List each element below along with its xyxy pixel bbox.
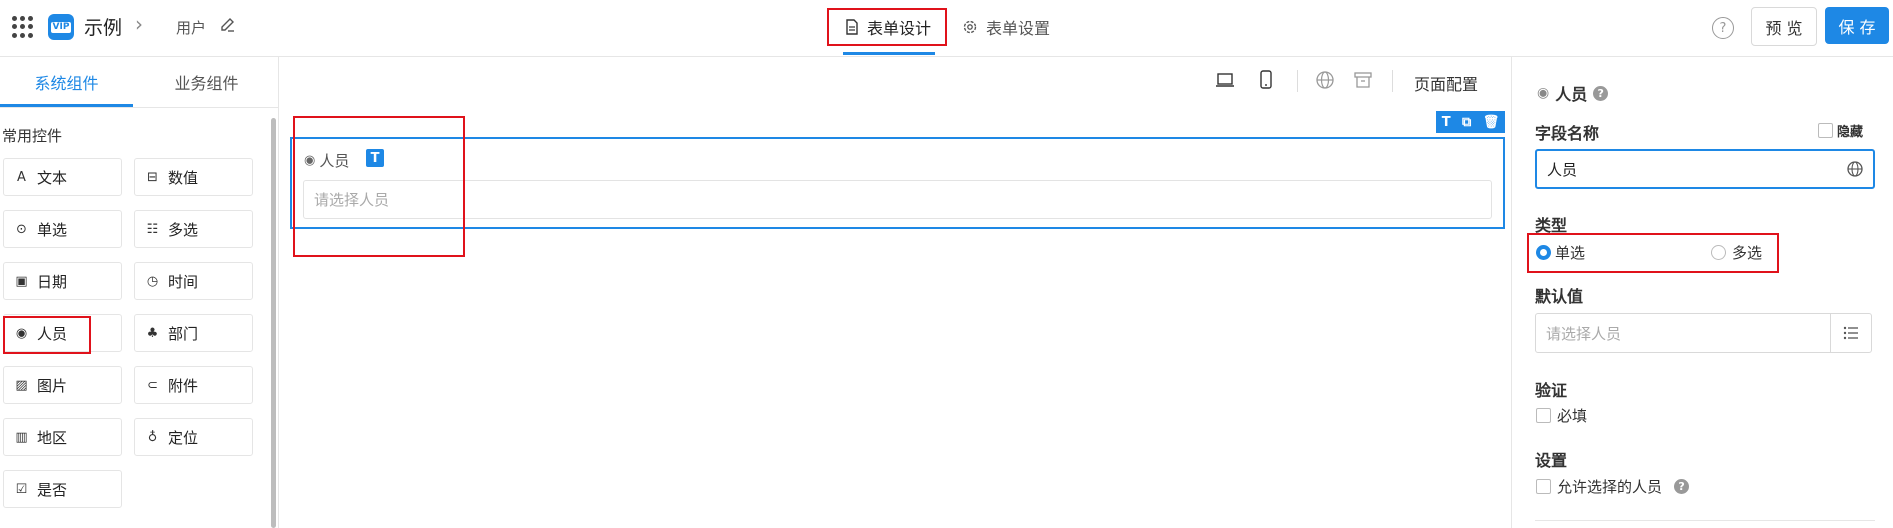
divider [0, 107, 278, 108]
component-time[interactable]: ◷ 时间 [134, 262, 253, 300]
tab-system-components[interactable]: 系统组件 [0, 57, 133, 107]
component-attachment[interactable]: ⊂ 附件 [134, 366, 253, 404]
help-icon[interactable]: ? [1674, 479, 1690, 494]
default-value-picker[interactable] [1830, 313, 1872, 353]
checkbox-icon: ☑ [15, 481, 28, 497]
component-image[interactable]: ▨ 图片 [3, 366, 122, 404]
group-title: 常用控件 [2, 127, 63, 145]
delete-icon[interactable]: 🗑 [1483, 115, 1500, 130]
component-label: 部门 [168, 324, 199, 343]
archive-icon[interactable] [1353, 70, 1373, 90]
apps-grid-icon[interactable] [12, 16, 34, 38]
component-label: 文本 [37, 168, 68, 187]
field-name-label: 字段名称 [1535, 124, 1600, 143]
annotation-box [827, 8, 947, 46]
component-yes-no[interactable]: ☑ 是否 [3, 470, 122, 508]
edit-pencil-icon[interactable] [219, 16, 237, 34]
multi-select-icon: ☷ [146, 221, 159, 237]
globe-icon[interactable] [1315, 70, 1335, 90]
location-icon: ♁ [147, 429, 158, 445]
component-single-select[interactable]: ⊙ 单选 [3, 210, 122, 248]
divider [1535, 520, 1875, 521]
field-toolbar: T ⧉ 🗑 [1436, 111, 1505, 133]
component-label: 多选 [168, 220, 199, 239]
component-region[interactable]: ▥ 地区 [3, 418, 122, 456]
component-label: 是否 [37, 480, 68, 499]
tab-form-settings[interactable]: 表单设置 [962, 0, 1050, 54]
component-label: 日期 [37, 272, 68, 291]
tab-form-settings-label: 表单设置 [986, 19, 1051, 38]
hide-checkbox[interactable] [1818, 123, 1833, 138]
component-label: 图片 [37, 376, 68, 395]
component-number[interactable]: ⊟ 数值 [134, 158, 253, 196]
desktop-view-icon[interactable] [1215, 70, 1235, 90]
text-icon: A [17, 169, 26, 185]
default-value-label: 默认值 [1535, 287, 1584, 306]
number-icon: ⊟ [147, 169, 158, 185]
left-scrollbar[interactable] [271, 118, 276, 528]
component-label: 时间 [168, 272, 199, 291]
component-label: 定位 [168, 428, 199, 447]
properties-title-text: 人员 [1555, 85, 1588, 104]
component-text[interactable]: A 文本 [3, 158, 122, 196]
component-label: 数值 [168, 168, 199, 187]
chevron-right-icon: › [135, 12, 143, 36]
breadcrumb-current[interactable]: 用户 [176, 17, 206, 38]
tab-business-components[interactable]: 业务组件 [140, 57, 273, 107]
field-name-value: 人员 [1547, 160, 1578, 179]
field-name-input[interactable]: 人员 [1535, 149, 1875, 189]
help-icon[interactable]: ? [1593, 85, 1609, 101]
component-multi-select[interactable]: ☷ 多选 [134, 210, 253, 248]
globe-icon[interactable] [1846, 160, 1864, 178]
save-button[interactable]: 保 存 [1825, 7, 1889, 44]
annotation-box [3, 316, 91, 354]
hide-toggle[interactable]: 隐藏 [1818, 121, 1863, 140]
toolbar-divider [1297, 70, 1298, 92]
component-label: 单选 [37, 220, 68, 239]
app-logo-icon: VIP [48, 14, 74, 40]
annotation-box [293, 116, 465, 257]
allow-select-checkbox[interactable] [1536, 479, 1551, 494]
active-tab-indicator [843, 52, 935, 55]
allow-select-toggle[interactable]: 允许选择的人员 ? [1536, 476, 1690, 497]
component-label: 地区 [37, 428, 68, 447]
toolbar-divider [1392, 70, 1393, 92]
settings-label: 设置 [1535, 451, 1568, 470]
validation-label: 验证 [1535, 381, 1568, 400]
gear-icon [963, 20, 977, 34]
component-location[interactable]: ♁ 定位 [134, 418, 253, 456]
image-icon: ▨ [15, 377, 28, 393]
component-label: 附件 [168, 376, 199, 395]
attachment-icon: ⊂ [147, 377, 158, 393]
hide-label: 隐藏 [1837, 125, 1864, 140]
required-label: 必填 [1557, 407, 1588, 425]
clock-icon: ◷ [146, 273, 159, 289]
text-format-icon[interactable]: T [1442, 115, 1451, 130]
list-icon [1843, 326, 1858, 340]
person-select-input[interactable]: 请选择人员 [303, 180, 1492, 219]
mobile-view-icon[interactable] [1256, 69, 1276, 91]
app-title[interactable]: 示例 [84, 13, 122, 40]
properties-title: ◉ 人员 ? [1537, 81, 1609, 105]
component-department[interactable]: ♣ 部门 [134, 314, 253, 352]
org-icon: ♣ [146, 325, 159, 341]
person-icon: ◉ [1537, 85, 1550, 101]
calendar-icon: ▣ [15, 273, 28, 289]
single-select-icon: ⊙ [16, 221, 27, 237]
component-date[interactable]: ▣ 日期 [3, 262, 122, 300]
page-config-button[interactable]: 页面配置 [1414, 71, 1478, 95]
preview-button[interactable]: 预 览 [1751, 7, 1817, 46]
required-checkbox[interactable] [1536, 408, 1551, 423]
annotation-box [1527, 233, 1779, 273]
help-icon[interactable]: ? [1712, 17, 1734, 39]
allow-select-label: 允许选择的人员 [1557, 478, 1663, 496]
map-icon: ▥ [15, 429, 28, 445]
required-toggle[interactable]: 必填 [1536, 405, 1587, 426]
copy-icon[interactable]: ⧉ [1462, 115, 1471, 130]
default-value-input[interactable]: 请选择人员 [1535, 313, 1831, 353]
